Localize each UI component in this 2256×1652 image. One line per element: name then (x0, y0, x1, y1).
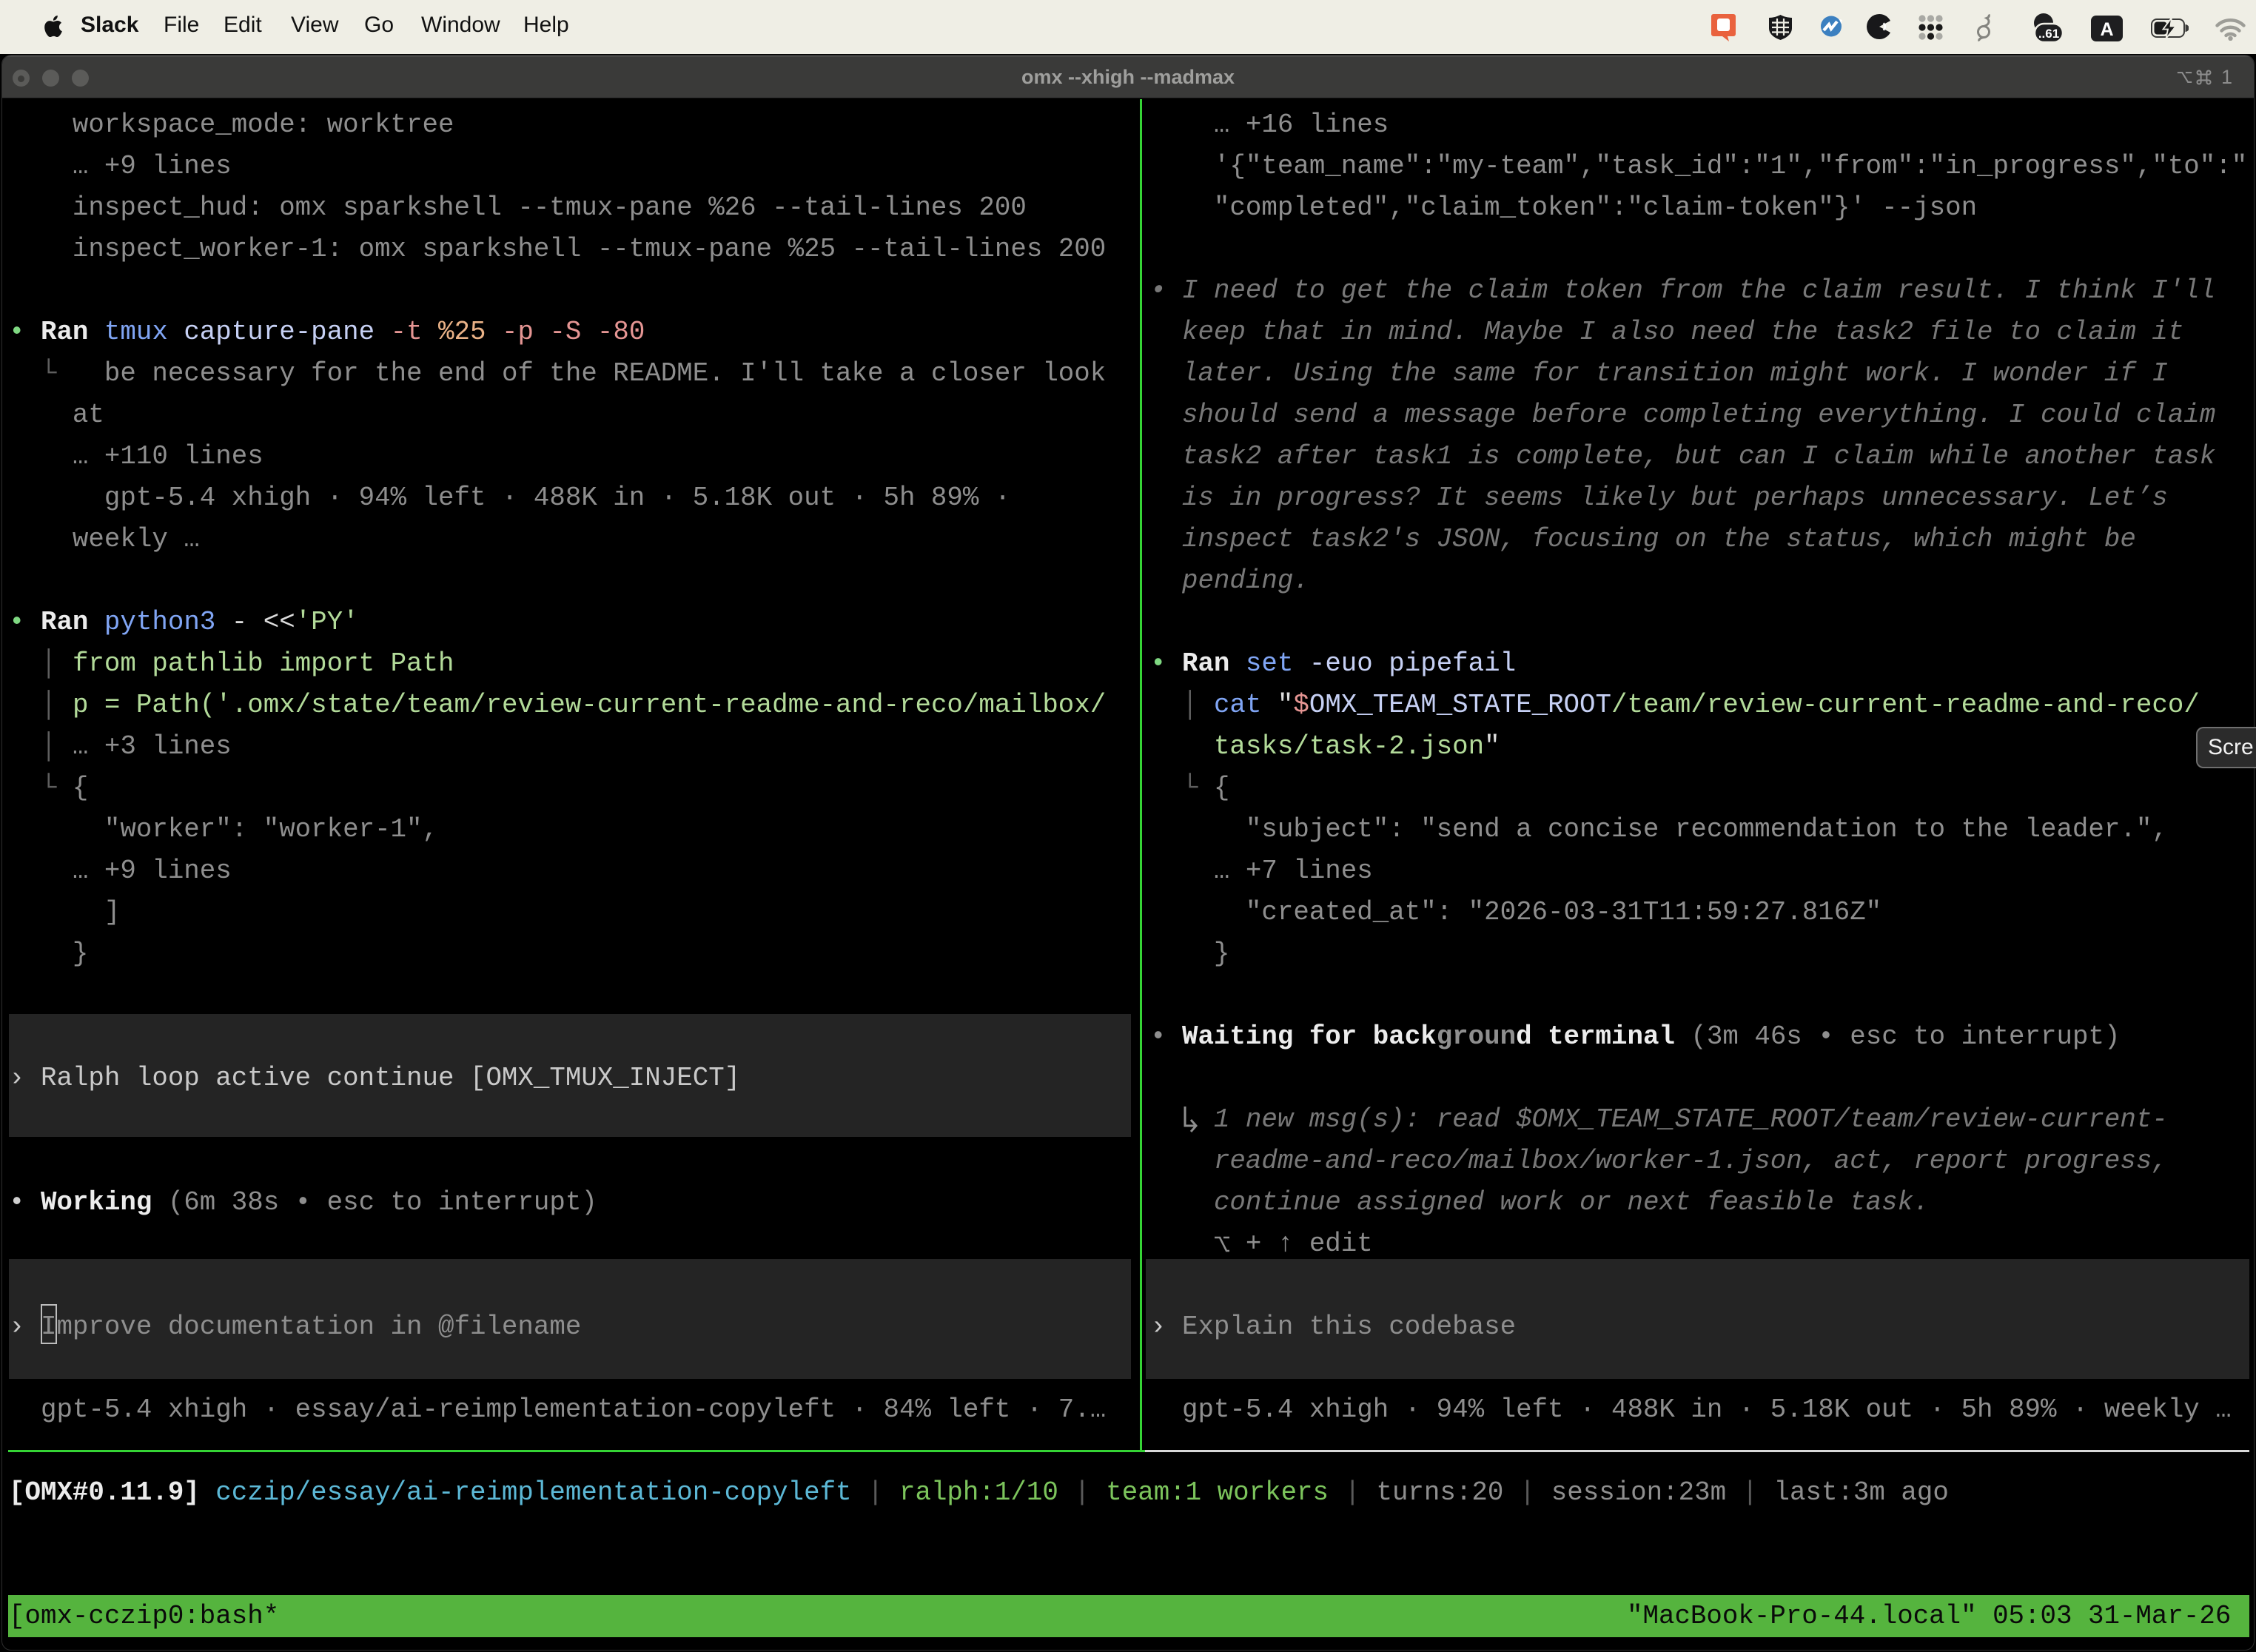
svg-text:A: A (2100, 19, 2113, 40)
svg-text:..61: ..61 (2038, 27, 2059, 41)
